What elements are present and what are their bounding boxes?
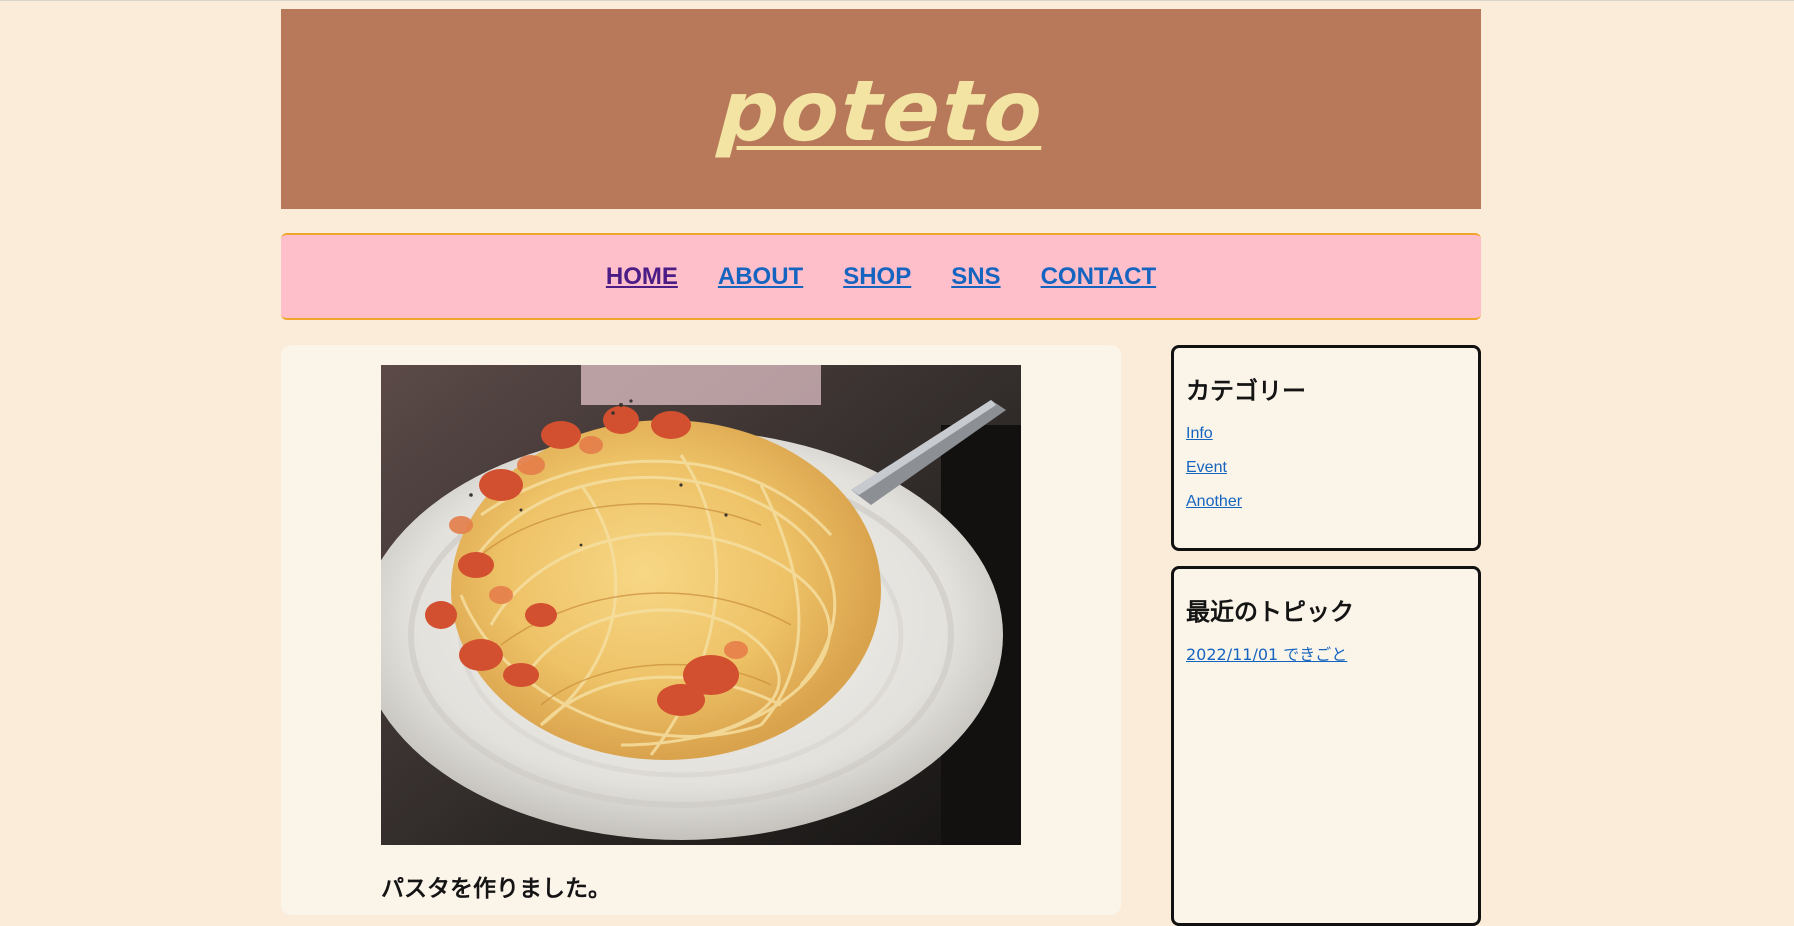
site-logo-link[interactable]: poteto [715,62,1047,160]
nav-shop-link[interactable]: SHOP [843,263,911,291]
main-content: パスタを作りました。 [281,345,1121,915]
nav-sns-link[interactable]: SNS [951,263,1000,291]
list-item: Info [1186,424,1466,443]
nav-home-link[interactable]: HOME [606,263,678,291]
nav-about-link[interactable]: ABOUT [718,263,803,291]
pasta-photo [381,365,1021,845]
browser-top-border [0,0,1794,1]
recent-topic-link[interactable]: 2022/11/01 できごと [1186,645,1347,664]
main-nav: HOME ABOUT SHOP SNS CONTACT [281,233,1481,320]
category-info-link[interactable]: Info [1186,425,1213,442]
list-item: Event [1186,458,1466,477]
categories-widget: カテゴリー Info Event Another [1171,345,1481,551]
list-item: 2022/11/01 できごと [1186,645,1466,665]
recent-topics-heading: 最近のトピック [1186,598,1354,626]
nav-contact-link[interactable]: CONTACT [1041,263,1157,291]
categories-list: Info Event Another [1186,424,1466,511]
list-item: Another [1186,492,1466,511]
category-event-link[interactable]: Event [1186,459,1227,476]
post-caption: パスタを作りました。 [381,876,611,902]
recent-topics-list: 2022/11/01 できごと [1186,645,1466,665]
site-header: poteto [281,9,1481,209]
categories-heading: カテゴリー [1186,377,1306,405]
category-another-link[interactable]: Another [1186,493,1242,510]
recent-topics-widget: 最近のトピック 2022/11/01 できごと [1171,566,1481,926]
